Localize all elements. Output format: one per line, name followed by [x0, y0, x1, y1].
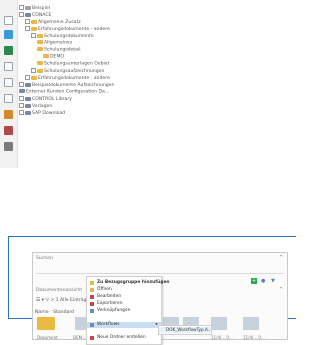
add-button[interactable]: +	[251, 278, 257, 284]
add-group-icon	[90, 281, 94, 285]
export-icon	[90, 302, 94, 306]
tile-label: 11/4/... 0...	[211, 335, 233, 340]
tree-node[interactable]: CONACE	[19, 12, 51, 18]
view-tabs: Name Standard	[35, 309, 77, 315]
context-menu: Zu Bezugsgruppe hinzufügen Öffnen Bearbe…	[86, 276, 170, 345]
submenu-item-workflow[interactable]: DOK_WorkflowTyp.A..	[159, 327, 211, 333]
tree-node[interactable]: Schulungsdetail	[37, 47, 81, 53]
tile-label: Dokument	[37, 335, 58, 340]
view-controls[interactable]: ☰ ▾ ▽ > 1 Alle Einträge ▾	[36, 298, 93, 303]
search-input[interactable]	[36, 265, 284, 274]
workflow-submenu: DOK_WorkflowTyp.A..	[158, 325, 212, 335]
tree-node[interactable]: CONTROL Library	[19, 96, 72, 102]
highlight-rule-top	[8, 236, 296, 237]
open-icon	[90, 288, 94, 292]
tab-name[interactable]: Name	[35, 310, 49, 315]
search-label: Suchen	[36, 256, 54, 261]
menu-item-export[interactable]: Exportieren	[87, 301, 161, 307]
edit-icon	[90, 295, 94, 299]
list-icon[interactable]	[4, 78, 13, 87]
menu-item-edit[interactable]: Bearbeiten	[87, 294, 161, 300]
view-label: Dokumentenansicht	[36, 288, 83, 293]
settings-icon[interactable]	[4, 142, 13, 151]
tree-icon[interactable]	[4, 46, 13, 55]
tile-label: DEM...	[73, 335, 86, 340]
tree-node[interactable]: Externer Kunden Configuration Da...	[19, 89, 109, 95]
vertical-toolbar	[0, 0, 18, 168]
menu-item-new-folder[interactable]: Neue Ordner erstellen	[87, 335, 161, 341]
new-folder-icon	[90, 336, 94, 340]
collapse-search-icon[interactable]: ^	[279, 255, 283, 261]
workflow-icon	[90, 323, 94, 327]
bookmark-icon[interactable]	[4, 110, 13, 119]
page-icon[interactable]	[4, 62, 13, 71]
tree-node[interactable]: Beispieldokumente Aufzeichnungen	[19, 82, 114, 88]
collapse-view-icon[interactable]: ^	[279, 287, 283, 293]
folder-icon[interactable]	[37, 317, 55, 330]
document-tile[interactable]	[211, 317, 227, 330]
menu-item-workflows[interactable]: Workflows ▸	[87, 322, 161, 328]
tree-node[interactable]: Erfahrungsdokumente - andere	[25, 75, 110, 81]
tree-node[interactable]: Allgemeine Zusatz	[25, 19, 81, 25]
tree-node[interactable]: Schulungsdokumente	[31, 33, 94, 39]
tree-node[interactable]: Allgemeines	[37, 40, 72, 46]
document-tile[interactable]	[243, 317, 259, 330]
tree-node[interactable]: DEMO	[43, 54, 64, 60]
tab-standard[interactable]: Standard	[53, 310, 74, 315]
user-icon[interactable]: ●	[261, 278, 265, 284]
menu-item-links[interactable]: Verknüpfungen	[87, 308, 161, 314]
monitor-icon[interactable]	[4, 30, 13, 39]
tree-node[interactable]: Schulungsunterlagen Gebiet	[37, 61, 109, 67]
app-window: Beispiel CONACE Allgemeine Zusatz Erfahr…	[0, 0, 304, 345]
menu-item-add-group[interactable]: Zu Bezugsgruppe hinzufügen	[87, 280, 170, 286]
tree-node[interactable]: SAP Download	[19, 110, 65, 116]
tree-node[interactable]: Schulungsaufzeichnungen	[31, 68, 104, 74]
tree-node[interactable]: Vorlagen	[19, 103, 52, 109]
grid-icon[interactable]	[4, 94, 13, 103]
menu-item-open[interactable]: Öffnen	[87, 287, 161, 293]
tree-node[interactable]: Beispiel	[19, 5, 50, 11]
tree-node[interactable]: Erfahrungsdokumente - andere	[25, 26, 110, 32]
tag-icon[interactable]	[4, 126, 13, 135]
tile-label: 11/4/... 0...	[243, 335, 265, 340]
document-icon[interactable]	[4, 16, 13, 25]
highlight-rule-left	[8, 236, 9, 318]
link-icon	[90, 309, 94, 313]
filter-icon[interactable]: ▼	[271, 278, 275, 284]
